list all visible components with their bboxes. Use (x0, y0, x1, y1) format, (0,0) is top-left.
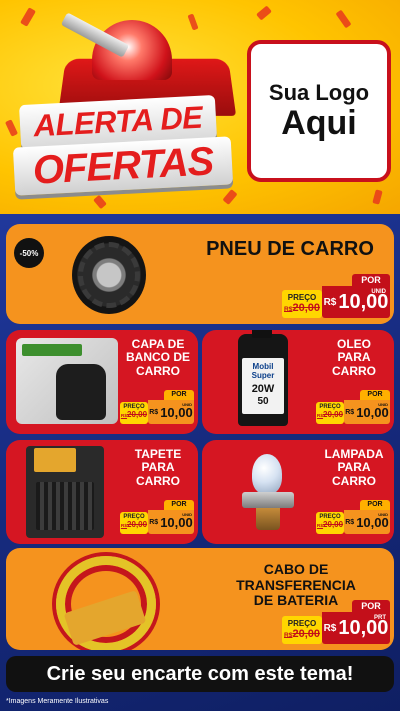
price-currency: R$ (323, 296, 337, 308)
product-card-cabo[interactable]: CABO DE TRANSFERENCIA DE BATERIA POR PRE… (6, 548, 394, 650)
old-price-box: PREÇO R$20,00 (120, 512, 148, 534)
light-bulb-icon (238, 454, 298, 534)
price-tag: POR PREÇO R$20,00 R$ 10,00 UNID (120, 390, 194, 424)
price-unit: PRT (374, 615, 386, 621)
product-name: OLEO PARA CARRO (316, 337, 392, 378)
price-currency: R$ (149, 518, 159, 526)
name-line: LAMPADA (324, 447, 384, 461)
name-line: PARA (337, 460, 371, 475)
new-price-box: R$ 10,00 UNID (344, 510, 390, 534)
logo-text-line2: Aqui (281, 104, 357, 143)
price-unit: UNID (371, 289, 386, 295)
jumper-cables-icon (56, 556, 156, 650)
name-line: PARA (141, 460, 175, 475)
new-price-box: R$ 10,00 UNID (148, 400, 194, 424)
por-label: POR (164, 500, 194, 510)
confetti-decoration (256, 5, 272, 21)
confetti-decoration (93, 194, 107, 210)
por-label: POR (352, 274, 390, 286)
new-price-box: R$ 10,00 UNID (322, 286, 390, 318)
product-card-pneu[interactable]: -50% PNEU DE CARRO POR PREÇO R$20,00 R$ … (6, 224, 394, 324)
price-currency: R$ (323, 622, 337, 634)
old-price-value: 20,00 (127, 410, 148, 419)
product-card-capa[interactable]: CAPA DE BANCO DE CARRO POR PREÇO R$20,00… (6, 330, 198, 434)
old-price-value: 20,00 (127, 520, 148, 529)
old-price-box: PREÇO R$20,00 (316, 512, 344, 534)
confetti-decoration (20, 7, 36, 27)
name-line: BANCO DE (125, 350, 190, 365)
name-line: OLEO (336, 337, 371, 351)
name-line: CABO DE TRANSFERENCIA (236, 561, 356, 593)
logo-placeholder[interactable]: Sua Logo Aqui (247, 40, 391, 182)
por-label: POR (360, 500, 390, 510)
price-tag: POR PREÇO R$20,00 R$ 10,00 PRT (282, 600, 390, 644)
old-price-value: 20,00 (292, 302, 320, 314)
old-price-box: PREÇO R$20,00 (282, 616, 322, 644)
oil-grade-text: 20W (251, 383, 275, 396)
oil-line-text: Super (251, 371, 275, 381)
price-tag: POR PREÇO R$20,00 R$ 10,00 UNID (282, 274, 390, 318)
preco-label: PREÇO (287, 619, 317, 628)
car-mat-icon (26, 446, 104, 538)
tire-icon (72, 236, 146, 314)
product-card-tapete[interactable]: TAPETE PARA CARRO POR PREÇO R$20,00 R$ 1… (6, 440, 198, 544)
old-price-value: 20,00 (292, 628, 320, 640)
product-name: LAMPADA PARA CARRO (316, 447, 392, 488)
name-line: CARRO (332, 473, 376, 488)
old-price-value: 20,00 (323, 410, 344, 419)
price-unit: UNID (378, 402, 388, 407)
cta-banner[interactable]: Crie seu encarte com este tema! (6, 656, 394, 692)
old-price-value: 20,00 (323, 520, 344, 529)
oil-viscosity-text: 50 (257, 396, 269, 408)
old-price-box: PREÇO R$20,00 (316, 402, 344, 424)
price-tag: POR PREÇO R$20,00 R$ 10,00 UNID (316, 500, 390, 534)
old-price-box: PREÇO R$20,00 (282, 290, 322, 318)
confetti-decoration (4, 119, 19, 137)
name-line: CAPA DE (131, 337, 185, 351)
confetti-decoration (222, 189, 238, 205)
price-unit: UNID (182, 512, 192, 517)
confetti-decoration (187, 13, 199, 31)
price-tag: POR PREÇO R$20,00 R$ 10,00 UNID (316, 390, 390, 424)
name-line: CARRO (332, 363, 376, 378)
logo-text-line1: Sua Logo (268, 80, 370, 106)
name-line: CARRO (136, 473, 180, 488)
header-banner: ALERTA DE OFERTAS Sua Logo Aqui (0, 0, 400, 214)
discount-badge: -50% (14, 238, 44, 268)
product-name: CAPA DE BANCO DE CARRO (120, 337, 196, 378)
price-currency: R$ (345, 518, 355, 526)
price-currency: R$ (149, 408, 159, 416)
product-name: PNEU DE CARRO (206, 238, 374, 260)
name-line: TAPETE (134, 447, 182, 461)
name-line: CARRO (136, 363, 180, 378)
por-label: POR (352, 600, 390, 612)
price-currency: R$ (345, 408, 355, 416)
old-price-box: PREÇO R$20,00 (120, 402, 148, 424)
product-card-oleo[interactable]: Mobil Super 20W 50 OLEO PARA CARRO POR P… (202, 330, 394, 434)
price-unit: UNID (182, 402, 192, 407)
preco-label: PREÇO (287, 293, 317, 302)
oil-label: Mobil Super 20W 50 (242, 358, 284, 414)
product-card-lampada[interactable]: LAMPADA PARA CARRO POR PREÇO R$20,00 R$ … (202, 440, 394, 544)
new-price-box: R$ 10,00 UNID (148, 510, 194, 534)
confetti-decoration (372, 189, 383, 205)
por-label: POR (360, 390, 390, 400)
disclaimer-text: *Imagens Meramente Ilustrativas (6, 698, 109, 705)
oil-bottle-icon: Mobil Super 20W 50 (238, 330, 288, 426)
confetti-decoration (335, 9, 352, 29)
oil-brand-text: Mobil (252, 362, 274, 371)
por-label: POR (164, 390, 194, 400)
title-ofertas: OFERTAS (12, 136, 234, 196)
price-tag: POR PREÇO R$20,00 R$ 10,00 UNID (120, 500, 194, 534)
name-line: PARA (337, 350, 371, 365)
new-price-box: R$ 10,00 PRT (322, 612, 390, 644)
new-price-box: R$ 10,00 UNID (344, 400, 390, 424)
seat-cover-icon (16, 338, 118, 424)
siren-light-icon (92, 20, 172, 80)
price-unit: UNID (378, 512, 388, 517)
product-name: TAPETE PARA CARRO (120, 447, 196, 488)
